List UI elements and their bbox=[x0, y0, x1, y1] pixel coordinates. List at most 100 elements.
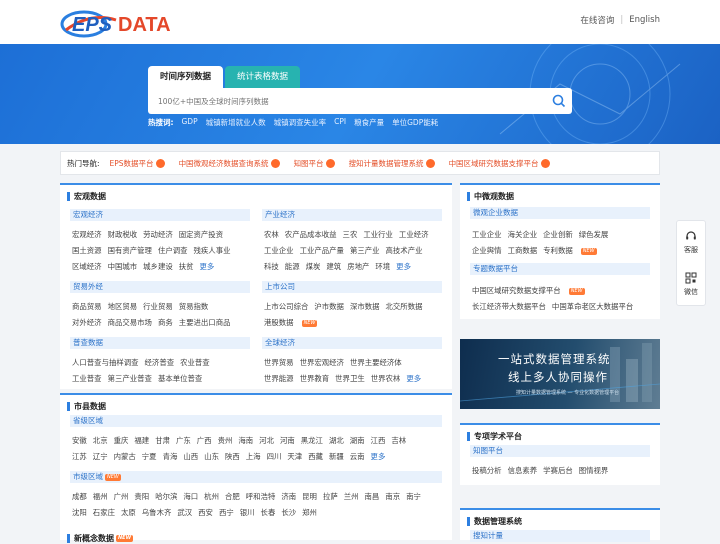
data-link[interactable]: 三农 bbox=[343, 230, 358, 239]
region-link[interactable]: 河北 bbox=[259, 436, 274, 445]
customer-service-button[interactable]: 客服 bbox=[677, 221, 705, 263]
tab-time-series[interactable]: 时间序列数据 bbox=[148, 66, 224, 88]
data-link[interactable]: 经济普查 bbox=[145, 358, 175, 367]
data-link[interactable]: 残疾人事业 bbox=[194, 246, 231, 255]
data-link[interactable]: 世界主要经济体 bbox=[350, 358, 402, 367]
region-link[interactable]: 重庆 bbox=[114, 436, 129, 445]
english-link[interactable]: English bbox=[629, 15, 660, 25]
region-link[interactable]: 四川 bbox=[267, 452, 282, 461]
data-link[interactable]: 世界教育 bbox=[300, 374, 330, 383]
region-link[interactable]: 杭州 bbox=[204, 492, 219, 501]
data-link[interactable]: 世界贸易 bbox=[264, 358, 294, 367]
region-link[interactable]: 海口 bbox=[183, 492, 198, 501]
data-link[interactable]: 农业普查 bbox=[180, 358, 210, 367]
region-link[interactable]: 湖南 bbox=[350, 436, 365, 445]
region-link[interactable]: 河南 bbox=[280, 436, 295, 445]
group-title[interactable]: 产业经济 bbox=[262, 209, 442, 221]
data-link[interactable]: 企业舆情 bbox=[472, 246, 502, 255]
data-link[interactable]: 能源 bbox=[285, 262, 300, 271]
data-link[interactable]: 区域经济 bbox=[72, 262, 102, 271]
region-link[interactable]: 西安 bbox=[198, 508, 213, 517]
region-link[interactable]: 乌鲁木齐 bbox=[142, 508, 172, 517]
region-link[interactable]: 黑龙江 bbox=[301, 436, 323, 445]
hot-nav-item[interactable]: 知图平台 bbox=[294, 158, 335, 169]
region-link[interactable]: 吉林 bbox=[391, 436, 406, 445]
data-link[interactable]: 农林 bbox=[264, 230, 279, 239]
more-link[interactable]: 更多 bbox=[371, 452, 386, 461]
region-link[interactable]: 甘肃 bbox=[155, 436, 170, 445]
region-link[interactable]: 南京 bbox=[385, 492, 400, 501]
data-link[interactable]: 工业企业 bbox=[264, 246, 294, 255]
data-link[interactable]: 商品贸易 bbox=[72, 302, 102, 311]
data-link[interactable]: 行业贸易 bbox=[143, 302, 173, 311]
region-link[interactable]: 福建 bbox=[134, 436, 149, 445]
data-link[interactable]: 绿色发展 bbox=[579, 230, 609, 239]
group-title[interactable]: 普查数据 bbox=[70, 337, 250, 349]
data-link[interactable]: 国土资源 bbox=[72, 246, 102, 255]
group-title[interactable]: 宏观经济 bbox=[70, 209, 250, 221]
data-link[interactable]: 国有资产管理 bbox=[108, 246, 152, 255]
data-link[interactable]: 劳动经济 bbox=[143, 230, 173, 239]
hot-word[interactable]: 单位GDP能耗 bbox=[392, 117, 438, 128]
region-link[interactable]: 宁夏 bbox=[142, 452, 157, 461]
eps-data-logo[interactable]: EPS DATA bbox=[60, 6, 190, 40]
group-title[interactable]: 搜知计量 bbox=[470, 530, 650, 542]
region-link[interactable]: 沈阳 bbox=[72, 508, 87, 517]
data-link[interactable]: 工业经济 bbox=[399, 230, 429, 239]
more-link[interactable]: 更多 bbox=[200, 262, 215, 271]
region-link[interactable]: 江苏 bbox=[72, 452, 87, 461]
region-link[interactable]: 贵州 bbox=[218, 436, 233, 445]
data-link[interactable]: 商品交易市场 bbox=[108, 318, 152, 327]
data-link[interactable]: 环境 bbox=[375, 262, 390, 271]
region-link[interactable]: 辽宁 bbox=[93, 452, 108, 461]
region-link[interactable]: 安徽 bbox=[72, 436, 87, 445]
group-title[interactable]: 专题数据平台 bbox=[470, 263, 650, 275]
region-link[interactable]: 广东 bbox=[176, 436, 191, 445]
hot-word[interactable]: CPI bbox=[334, 117, 346, 128]
data-link[interactable]: 工商数据 bbox=[508, 246, 538, 255]
group-title[interactable]: 微观企业数据 bbox=[470, 207, 650, 219]
search-input[interactable] bbox=[148, 88, 538, 114]
hot-word[interactable]: 城镇调查失业率 bbox=[274, 117, 327, 128]
more-link[interactable]: 更多 bbox=[396, 262, 411, 271]
region-link[interactable]: 南宁 bbox=[406, 492, 421, 501]
more-link[interactable]: 更多 bbox=[406, 374, 421, 383]
online-consult-link[interactable]: 在线咨询 bbox=[580, 14, 614, 26]
data-link[interactable]: 工业行业 bbox=[363, 230, 393, 239]
data-link[interactable]: 地区贸易 bbox=[108, 302, 138, 311]
search-icon[interactable] bbox=[552, 94, 566, 108]
data-link[interactable]: 投稿分析 bbox=[472, 466, 502, 475]
hot-nav-item[interactable]: 中国微观经济数据查询系统 bbox=[179, 158, 280, 169]
data-link[interactable]: 沪市数据 bbox=[314, 302, 344, 311]
group-title[interactable]: 省级区域 bbox=[70, 415, 442, 427]
data-link[interactable]: 中国区域研究数据支撑平台 bbox=[472, 286, 561, 295]
data-link[interactable]: 中国革命老区大数据平台 bbox=[552, 302, 633, 311]
region-link[interactable]: 郑州 bbox=[302, 508, 317, 517]
hot-nav-item[interactable]: EPS数据平台 bbox=[110, 158, 165, 169]
data-link[interactable]: 对外经济 bbox=[72, 318, 102, 327]
data-link[interactable]: 港股数据 bbox=[264, 318, 294, 327]
region-link[interactable]: 拉萨 bbox=[323, 492, 338, 501]
data-link[interactable]: 上市公司综合 bbox=[264, 302, 308, 311]
region-link[interactable]: 成都 bbox=[72, 492, 87, 501]
data-link[interactable]: 学赛后台 bbox=[543, 466, 573, 475]
data-link[interactable]: 企业创新 bbox=[543, 230, 573, 239]
hot-nav-item[interactable]: 中国区域研究数据支撑平台 bbox=[449, 158, 550, 169]
data-link[interactable]: 商务 bbox=[158, 318, 173, 327]
region-link[interactable]: 北京 bbox=[93, 436, 108, 445]
region-link[interactable]: 西藏 bbox=[308, 452, 323, 461]
region-link[interactable]: 贵阳 bbox=[134, 492, 149, 501]
promo-banner[interactable]: 一站式数据管理系统 线上多人协同操作 搜知计量数据管理系统 — 专业化数据管理平… bbox=[460, 339, 660, 409]
hot-word[interactable]: 粮食产量 bbox=[354, 117, 384, 128]
data-link[interactable]: 主要进出口商品 bbox=[179, 318, 231, 327]
data-link[interactable]: 煤炭 bbox=[306, 262, 321, 271]
region-link[interactable]: 太原 bbox=[121, 508, 136, 517]
region-link[interactable]: 西宁 bbox=[219, 508, 234, 517]
tab-stat-tables[interactable]: 统计表格数据 bbox=[225, 66, 301, 88]
data-link[interactable]: 世界卫生 bbox=[335, 374, 365, 383]
data-link[interactable]: 固定资产投资 bbox=[179, 230, 223, 239]
region-link[interactable]: 哈尔滨 bbox=[155, 492, 177, 501]
region-link[interactable]: 云南 bbox=[350, 452, 365, 461]
data-link[interactable]: 房地产 bbox=[347, 262, 369, 271]
region-link[interactable]: 海南 bbox=[238, 436, 253, 445]
